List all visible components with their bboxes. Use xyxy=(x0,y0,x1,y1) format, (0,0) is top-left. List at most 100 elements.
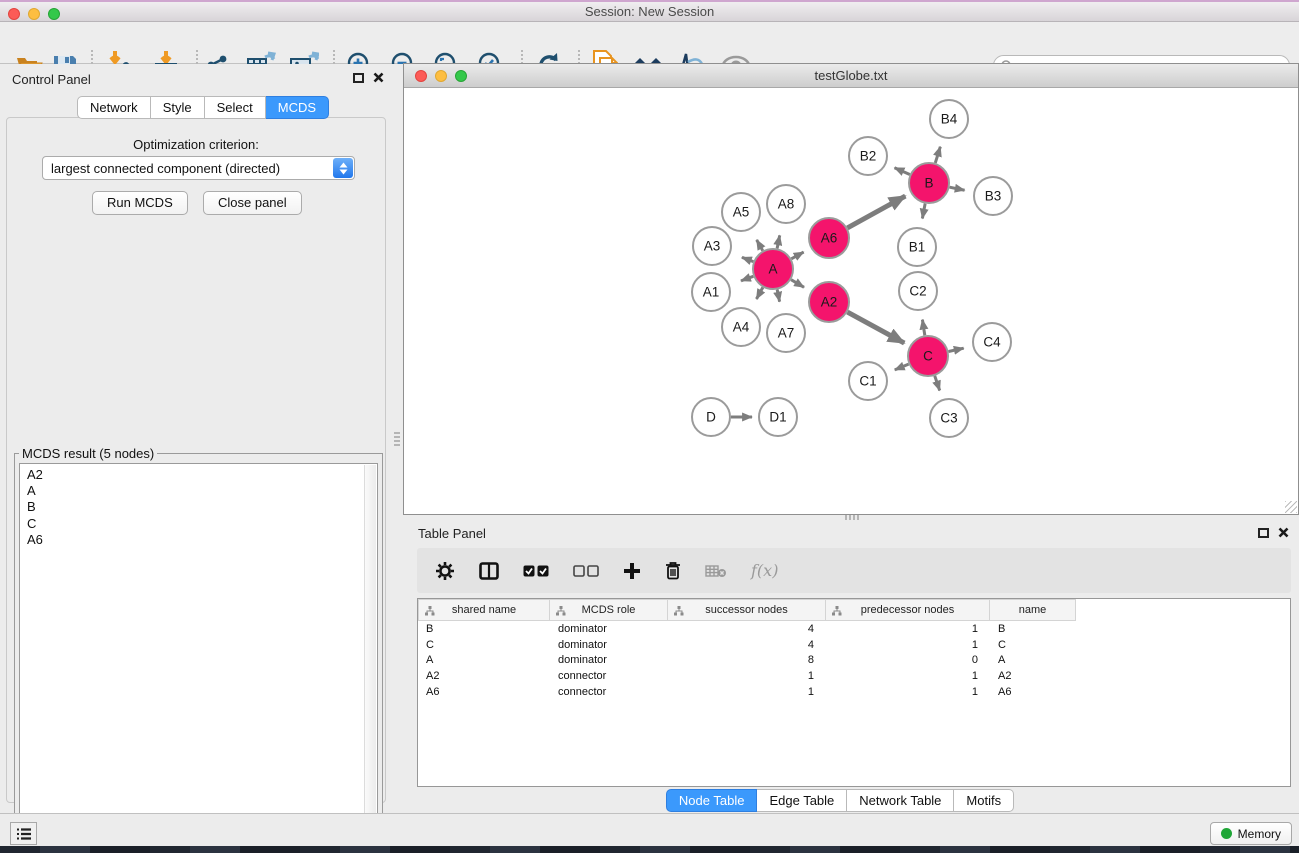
cell-successor-nodes[interactable]: 1 xyxy=(668,686,826,698)
function-builder-icon[interactable]: f(x) xyxy=(751,561,778,580)
edge-C-C4[interactable] xyxy=(949,348,964,351)
edge-C-C2[interactable] xyxy=(922,320,924,336)
tab-edge-table[interactable]: Edge Table xyxy=(757,789,847,812)
node-A4[interactable]: A4 xyxy=(722,308,760,346)
node-B1[interactable]: B1 xyxy=(898,228,936,266)
edge-B-B4[interactable] xyxy=(935,147,940,163)
horizontal-splitter-grip[interactable] xyxy=(845,515,859,520)
cell-successor-nodes[interactable]: 1 xyxy=(668,670,826,682)
table-row[interactable]: A2connector11A2 xyxy=(418,668,1290,684)
tab-network[interactable]: Network xyxy=(77,96,151,119)
cell-predecessor-nodes[interactable]: 1 xyxy=(826,686,990,698)
node-A6[interactable]: A6 xyxy=(809,218,849,258)
cell-predecessor-nodes[interactable]: 1 xyxy=(826,670,990,682)
splitter-grip[interactable] xyxy=(394,432,400,448)
table-row[interactable]: A6connector11A6 xyxy=(418,684,1290,700)
optimization-criterion-select[interactable]: largest connected component (directed) xyxy=(42,156,355,180)
cell-name[interactable]: A xyxy=(990,654,1076,666)
edge-B-B1[interactable] xyxy=(922,204,925,219)
close-panel-icon[interactable] xyxy=(373,72,384,83)
delete-table-icon[interactable] xyxy=(705,564,727,578)
add-column-icon[interactable] xyxy=(623,562,641,580)
cell-predecessor-nodes[interactable]: 0 xyxy=(826,654,990,666)
edge-A-A8[interactable] xyxy=(777,235,780,248)
mcds-result-item[interactable]: A xyxy=(27,483,377,499)
cell-name[interactable]: B xyxy=(990,623,1076,635)
float-panel-icon[interactable] xyxy=(353,73,364,83)
edge-A-A4[interactable] xyxy=(756,287,762,299)
float-panel-icon[interactable] xyxy=(1258,528,1269,538)
table-header-row[interactable]: shared nameMCDS rolesuccessor nodesprede… xyxy=(418,599,1290,621)
cell-MCDS-role[interactable]: dominator xyxy=(550,639,668,651)
window-controls[interactable] xyxy=(8,8,60,20)
cell-shared-name[interactable]: A6 xyxy=(418,686,550,698)
node-A3[interactable]: A3 xyxy=(693,227,731,265)
cell-name[interactable]: A2 xyxy=(990,670,1076,682)
edge-A-A5[interactable] xyxy=(757,240,763,251)
cell-successor-nodes[interactable]: 8 xyxy=(668,654,826,666)
mcds-result-item[interactable]: B xyxy=(27,499,377,515)
cell-predecessor-nodes[interactable]: 1 xyxy=(826,639,990,651)
node-B2[interactable]: B2 xyxy=(849,137,887,175)
close-view-icon[interactable] xyxy=(415,70,427,82)
edge-A-A2[interactable] xyxy=(791,280,804,288)
column-header-MCDS-role[interactable]: MCDS role xyxy=(550,599,668,621)
node-C3[interactable]: C3 xyxy=(930,399,968,437)
close-window-icon[interactable] xyxy=(8,8,20,20)
vertical-splitter[interactable] xyxy=(392,64,403,813)
node-B[interactable]: B xyxy=(909,163,949,203)
cell-shared-name[interactable]: A xyxy=(418,654,550,666)
edge-C-C3[interactable] xyxy=(935,376,940,391)
node-B4[interactable]: B4 xyxy=(930,100,968,138)
cell-name[interactable]: A6 xyxy=(990,686,1076,698)
cell-shared-name[interactable]: A2 xyxy=(418,670,550,682)
node-A7[interactable]: A7 xyxy=(767,314,805,352)
node-A2[interactable]: A2 xyxy=(809,282,849,322)
network-canvas[interactable]: B4B2BB3A8A5A6A3B1AC2A1A2A4A7C4CC1DC3D1 xyxy=(404,88,1298,513)
tab-mcds[interactable]: MCDS xyxy=(266,96,329,119)
table-row[interactable]: Adominator80A xyxy=(418,653,1290,669)
node-D[interactable]: D xyxy=(692,398,730,436)
zoom-window-icon[interactable] xyxy=(48,8,60,20)
column-layout-icon[interactable] xyxy=(479,562,499,580)
node-C[interactable]: C xyxy=(908,336,948,376)
edge-A-A7[interactable] xyxy=(777,290,779,302)
task-history-button[interactable] xyxy=(10,822,37,845)
node-B3[interactable]: B3 xyxy=(974,177,1012,215)
edge-A-A1[interactable] xyxy=(741,276,753,281)
cell-shared-name[interactable]: C xyxy=(418,639,550,651)
edge-B-B3[interactable] xyxy=(950,187,965,190)
node-A1[interactable]: A1 xyxy=(692,273,730,311)
run-mcds-button[interactable]: Run MCDS xyxy=(92,191,188,215)
minimize-window-icon[interactable] xyxy=(28,8,40,20)
table-row[interactable]: Cdominator41C xyxy=(418,637,1290,653)
tab-node-table[interactable]: Node Table xyxy=(666,789,758,812)
deselect-all-icon[interactable] xyxy=(573,565,599,577)
tab-select[interactable]: Select xyxy=(205,96,266,119)
cell-MCDS-role[interactable]: dominator xyxy=(550,623,668,635)
cell-name[interactable]: C xyxy=(990,639,1076,651)
column-header-successor-nodes[interactable]: successor nodes xyxy=(668,599,826,621)
mcds-result-item[interactable]: C xyxy=(27,516,377,532)
cell-successor-nodes[interactable]: 4 xyxy=(668,639,826,651)
mcds-result-item[interactable]: A2 xyxy=(27,467,377,483)
cell-predecessor-nodes[interactable]: 1 xyxy=(826,623,990,635)
tab-style[interactable]: Style xyxy=(151,96,205,119)
column-header-predecessor-nodes[interactable]: predecessor nodes xyxy=(826,599,990,621)
edge-A-A3[interactable] xyxy=(742,257,753,261)
close-panel-icon[interactable] xyxy=(1278,527,1289,538)
edge-C-C1[interactable] xyxy=(895,364,909,370)
cell-MCDS-role[interactable]: connector xyxy=(550,670,668,682)
column-header-shared-name[interactable]: shared name xyxy=(418,599,550,621)
network-graph[interactable]: B4B2BB3A8A5A6A3B1AC2A1A2A4A7C4CC1DC3D1 xyxy=(404,88,1298,513)
delete-column-icon[interactable] xyxy=(665,561,681,580)
node-table[interactable]: shared nameMCDS rolesuccessor nodesprede… xyxy=(417,598,1291,787)
table-body[interactable]: Bdominator41BCdominator41CAdominator80AA… xyxy=(418,621,1290,700)
node-C1[interactable]: C1 xyxy=(849,362,887,400)
cell-MCDS-role[interactable]: connector xyxy=(550,686,668,698)
memory-button[interactable]: Memory xyxy=(1210,822,1292,845)
tab-motifs[interactable]: Motifs xyxy=(954,789,1014,812)
column-header-name[interactable]: name xyxy=(990,599,1076,621)
cell-shared-name[interactable]: B xyxy=(418,623,550,635)
tab-network-table[interactable]: Network Table xyxy=(847,789,954,812)
